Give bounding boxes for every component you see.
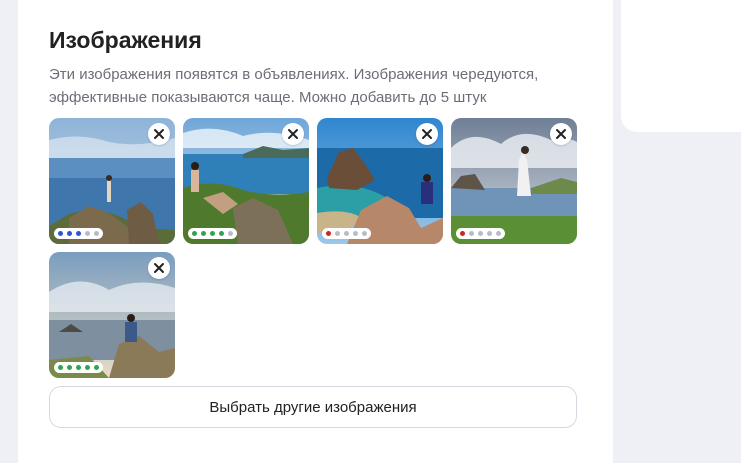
quality-dot [58, 365, 63, 370]
remove-image-button[interactable] [550, 123, 572, 145]
images-card: Изображения Эти изображения появятся в о… [18, 0, 613, 463]
quality-indicator [322, 228, 371, 239]
quality-dot [344, 231, 349, 236]
quality-dot [210, 231, 215, 236]
quality-indicator [456, 228, 505, 239]
quality-indicator [188, 228, 237, 239]
quality-dot [362, 231, 367, 236]
quality-dot [326, 231, 331, 236]
remove-image-button[interactable] [148, 123, 170, 145]
quality-dot [76, 231, 81, 236]
quality-dot [496, 231, 501, 236]
quality-dot [487, 231, 492, 236]
quality-dot [460, 231, 465, 236]
close-icon [288, 129, 298, 139]
quality-dot [76, 365, 81, 370]
quality-dot [58, 231, 63, 236]
section-description: Эти изображения появятся в объявлениях. … [49, 66, 539, 106]
quality-dot [201, 231, 206, 236]
quality-indicator [54, 362, 103, 373]
quality-indicator [54, 228, 103, 239]
quality-dot [353, 231, 358, 236]
quality-dot [228, 231, 233, 236]
quality-dot [335, 231, 340, 236]
remove-image-button[interactable] [282, 123, 304, 145]
quality-dot [192, 231, 197, 236]
image-thumbnail[interactable] [317, 118, 443, 244]
image-thumbnail[interactable] [451, 118, 577, 244]
quality-dot [478, 231, 483, 236]
quality-dot [85, 231, 90, 236]
close-icon [422, 129, 432, 139]
quality-dot [219, 231, 224, 236]
image-thumbnail[interactable] [183, 118, 309, 244]
quality-dot [469, 231, 474, 236]
close-icon [154, 129, 164, 139]
side-panel [621, 0, 741, 132]
remove-image-button[interactable] [148, 257, 170, 279]
section-title: Изображения [49, 27, 202, 53]
close-icon [556, 129, 566, 139]
quality-dot [94, 365, 99, 370]
close-icon [154, 263, 164, 273]
choose-other-images-button[interactable]: Выбрать другие изображения [49, 386, 577, 428]
image-thumbnail[interactable] [49, 252, 175, 378]
remove-image-button[interactable] [416, 123, 438, 145]
quality-dot [94, 231, 99, 236]
image-thumbnail[interactable] [49, 118, 175, 244]
quality-dot [67, 365, 72, 370]
quality-dot [67, 231, 72, 236]
quality-dot [85, 365, 90, 370]
